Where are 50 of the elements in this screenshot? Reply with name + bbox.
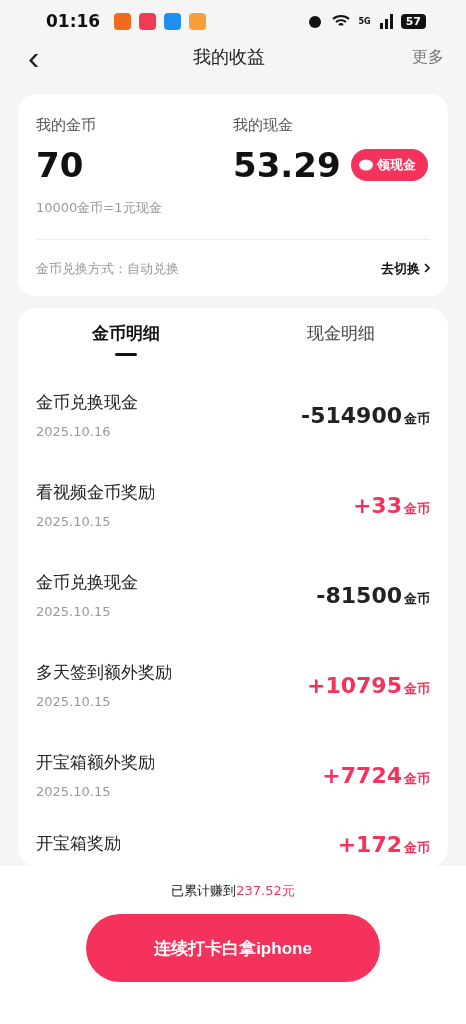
record-unit: 金币: [404, 770, 430, 786]
signal-icon: [378, 13, 393, 29]
exchange-mode: 金币兑换方式：自动兑换: [36, 260, 179, 278]
chevron-icon: [424, 263, 430, 273]
app-icon: [164, 12, 182, 30]
record-unit: 金币: [404, 840, 430, 855]
cash-value: 53.29: [233, 145, 341, 185]
earned-value: 237.52元: [236, 883, 295, 898]
record-amount: +33: [352, 492, 402, 518]
exchange-rate: 10000金币=1元现金: [36, 199, 163, 217]
record-date: 2025.10.16: [36, 424, 112, 439]
record-unit: 金币: [404, 680, 430, 696]
wifi-icon: [330, 13, 351, 29]
coins-label: 我的金币: [36, 116, 97, 135]
record-title: 金币兑换现金: [36, 571, 138, 594]
tab-indicator: [114, 353, 137, 356]
record-amount: -514900: [301, 402, 402, 428]
record-amount: +10795: [307, 672, 402, 698]
coins-value: 70: [36, 145, 85, 185]
record-title: 开宝箱奖励: [36, 832, 121, 855]
record-unit: 金币: [404, 410, 430, 426]
record-title: 多天签到额外奖励: [36, 661, 172, 684]
record-amount: +172: [337, 832, 402, 857]
checkin-button[interactable]: 连续打卡白拿iphone: [86, 914, 380, 982]
withdraw-button[interactable]: 领现金: [350, 149, 428, 181]
cash-label: 我的现金: [233, 116, 294, 135]
earned-label: 已累计赚到: [171, 883, 237, 898]
app-icon: [189, 12, 207, 30]
record-title: 看视频金币奖励: [36, 481, 155, 504]
tab[interactable]: 金币明细: [18, 318, 233, 366]
app-icon: [114, 12, 132, 30]
record-unit: 金币: [404, 500, 430, 516]
record-title: 开宝箱额外奖励: [36, 751, 155, 774]
battery-level: 57: [400, 13, 426, 29]
record-amount: -81500: [316, 582, 402, 608]
record-unit: 金币: [404, 590, 430, 606]
app-icon: [139, 12, 157, 30]
tab[interactable]: 现金明细: [233, 318, 448, 366]
record-title: 金币兑换现金: [36, 391, 138, 414]
record-date: 2025.10.15: [36, 694, 112, 709]
record-date: 2025.10.15: [36, 784, 112, 799]
record-date: 2025.10.15: [36, 604, 112, 619]
more-button[interactable]: 更多: [412, 46, 444, 68]
switch-link[interactable]: 去切换: [381, 260, 430, 278]
network-label: 5G: [358, 16, 371, 26]
status-time: 01:16: [46, 11, 101, 31]
back-button[interactable]: ‹: [22, 42, 46, 72]
record-date: 2025.10.15: [36, 514, 112, 529]
page-title: 我的收益: [191, 45, 266, 69]
record-amount: +7724: [322, 762, 402, 788]
